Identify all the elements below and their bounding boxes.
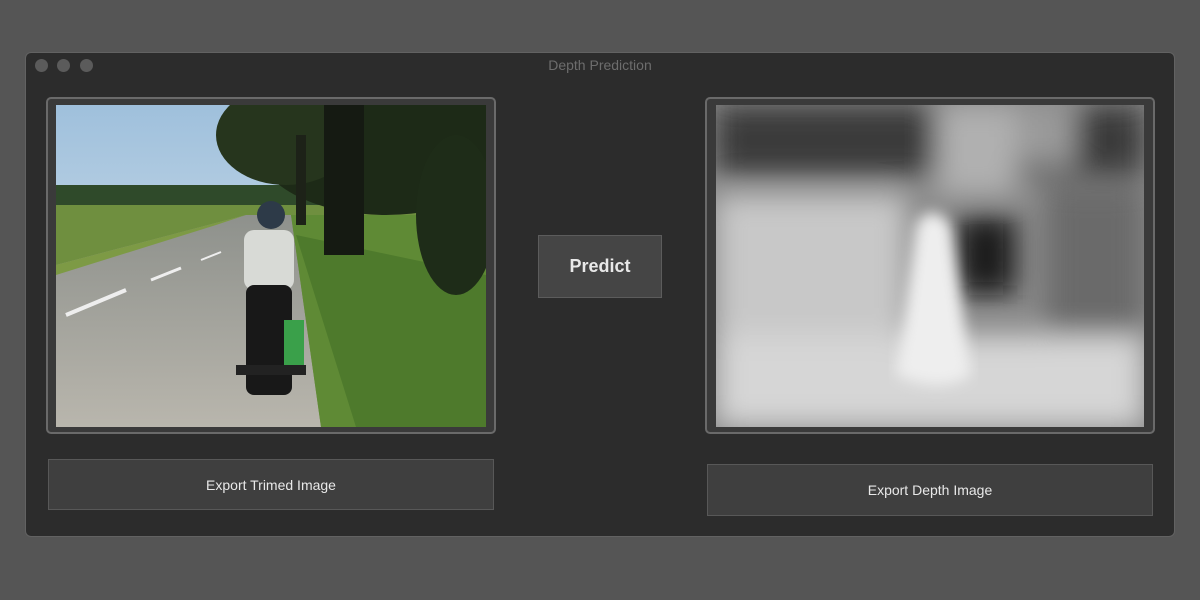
depth-map-image — [716, 105, 1144, 427]
input-photo — [56, 105, 486, 427]
export-trimmed-image-button[interactable]: Export Trimed Image — [48, 459, 494, 510]
window-title: Depth Prediction — [548, 57, 652, 73]
predict-button[interactable]: Predict — [538, 235, 662, 298]
input-image-frame — [46, 97, 496, 434]
depth-image-frame — [705, 97, 1155, 434]
app-window: Depth Prediction Predict Export Trimed I… — [25, 52, 1175, 537]
export-depth-image-button[interactable]: Export Depth Image — [707, 464, 1153, 516]
